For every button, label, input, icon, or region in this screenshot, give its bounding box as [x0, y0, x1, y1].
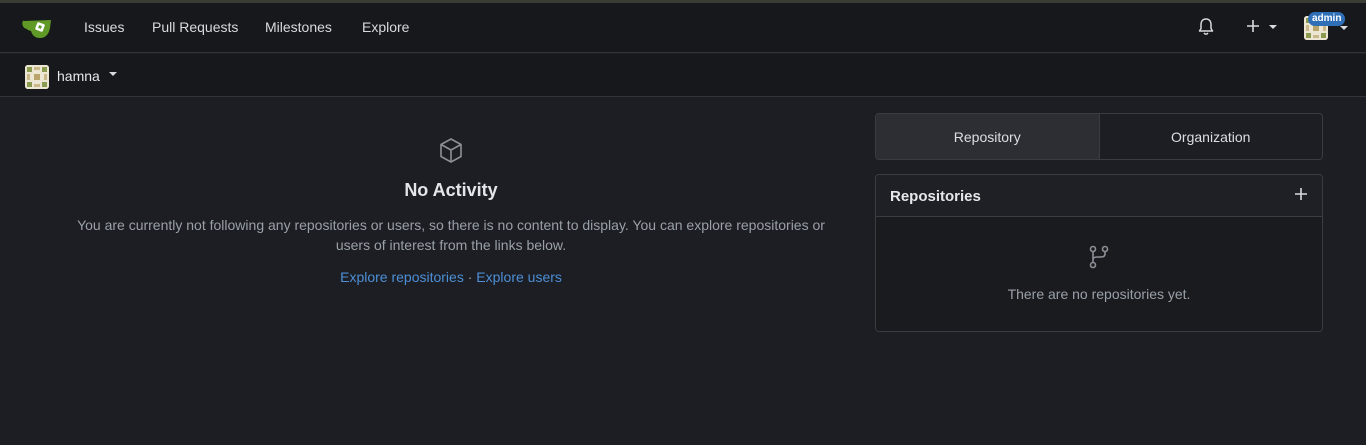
dashboard-main: No Activity You are currently not follow…: [0, 97, 1366, 445]
repositories-empty-state: There are no repositories yet.: [876, 217, 1322, 331]
repositories-title: Repositories: [890, 188, 981, 205]
repo-forked-icon: [1089, 245, 1109, 269]
gitea-logo-icon[interactable]: [22, 15, 54, 41]
context-bar: hamna: [0, 54, 1366, 97]
add-repository-icon[interactable]: [1294, 187, 1308, 201]
chevron-down-icon: [1269, 25, 1277, 29]
nav-issues[interactable]: Issues: [84, 19, 124, 35]
empty-activity-message: You are currently not following any repo…: [77, 217, 825, 253]
context-user-name[interactable]: hamna: [57, 68, 100, 84]
nav-explore[interactable]: Explore: [362, 19, 409, 35]
repo-org-switcher: Repository Organization: [875, 113, 1323, 160]
chevron-down-icon: [109, 72, 117, 76]
empty-activity-heading: No Activity: [404, 180, 498, 200]
create-new-menu[interactable]: [1244, 17, 1280, 37]
activity-feed-empty: No Activity You are currently not follow…: [60, 137, 842, 285]
no-repositories-text: There are no repositories yet.: [1007, 286, 1191, 302]
bell-icon[interactable]: [1197, 17, 1215, 37]
repositories-panel: Repositories There are no repositories y…: [875, 174, 1323, 332]
tab-organization[interactable]: Organization: [1100, 114, 1323, 159]
tab-repository[interactable]: Repository: [876, 114, 1100, 159]
explore-repositories-link[interactable]: Explore repositories: [340, 269, 464, 285]
explore-users-link[interactable]: Explore users: [476, 269, 562, 285]
explore-links: Explore repositories · Explore users: [60, 269, 842, 285]
link-separator: ·: [467, 269, 473, 285]
package-icon: [440, 138, 462, 163]
avatar: [25, 65, 49, 89]
repositories-header: Repositories: [876, 175, 1322, 217]
nav-milestones[interactable]: Milestones: [265, 19, 332, 35]
top-navbar: Issues Pull Requests Milestones Explore …: [0, 3, 1366, 53]
admin-badge: admin: [1308, 12, 1346, 26]
plus-icon: [1247, 20, 1259, 32]
chevron-down-icon: [1340, 26, 1348, 30]
nav-pull-requests[interactable]: Pull Requests: [152, 19, 238, 35]
